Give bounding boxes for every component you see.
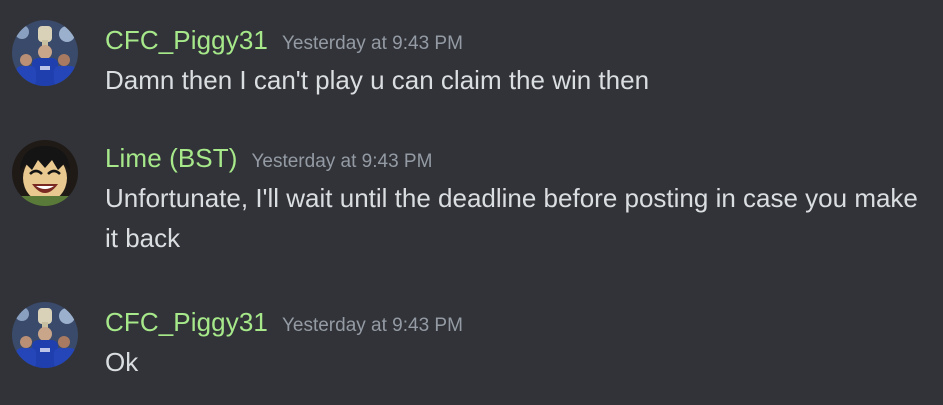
message-header: Lime (BST) Yesterday at 9:43 PM <box>105 138 432 178</box>
timestamp[interactable]: Yesterday at 9:43 PM <box>282 306 463 346</box>
message-item: Lime (BST) Yesterday at 9:43 PM Unfortun… <box>0 138 943 268</box>
chelsea-players-trophy-icon <box>12 20 78 86</box>
toph-cartoon-icon <box>12 140 78 206</box>
username[interactable]: CFC_Piggy31 <box>105 302 268 342</box>
chelsea-players-trophy-icon <box>12 302 78 368</box>
timestamp[interactable]: Yesterday at 9:43 PM <box>282 24 463 64</box>
message-header: CFC_Piggy31 Yesterday at 9:43 PM <box>105 302 463 342</box>
message-item: CFC_Piggy31 Yesterday at 9:43 PM Damn th… <box>0 20 943 100</box>
message-content: Damn then I can't play u can claim the w… <box>105 65 650 95</box>
message-item: CFC_Piggy31 Yesterday at 9:43 PM Ok <box>0 302 943 382</box>
avatar[interactable] <box>12 140 78 206</box>
chat-messages: CFC_Piggy31 Yesterday at 9:43 PM Damn th… <box>0 0 943 405</box>
message-content: Unfortunate, I'll wait until the deadlin… <box>105 183 918 253</box>
timestamp[interactable]: Yesterday at 9:43 PM <box>251 142 432 182</box>
message-header: CFC_Piggy31 Yesterday at 9:43 PM <box>105 20 463 60</box>
avatar[interactable] <box>12 302 78 368</box>
username[interactable]: Lime (BST) <box>105 138 237 178</box>
username[interactable]: CFC_Piggy31 <box>105 20 268 60</box>
message-content: Ok <box>105 347 139 377</box>
avatar[interactable] <box>12 20 78 86</box>
